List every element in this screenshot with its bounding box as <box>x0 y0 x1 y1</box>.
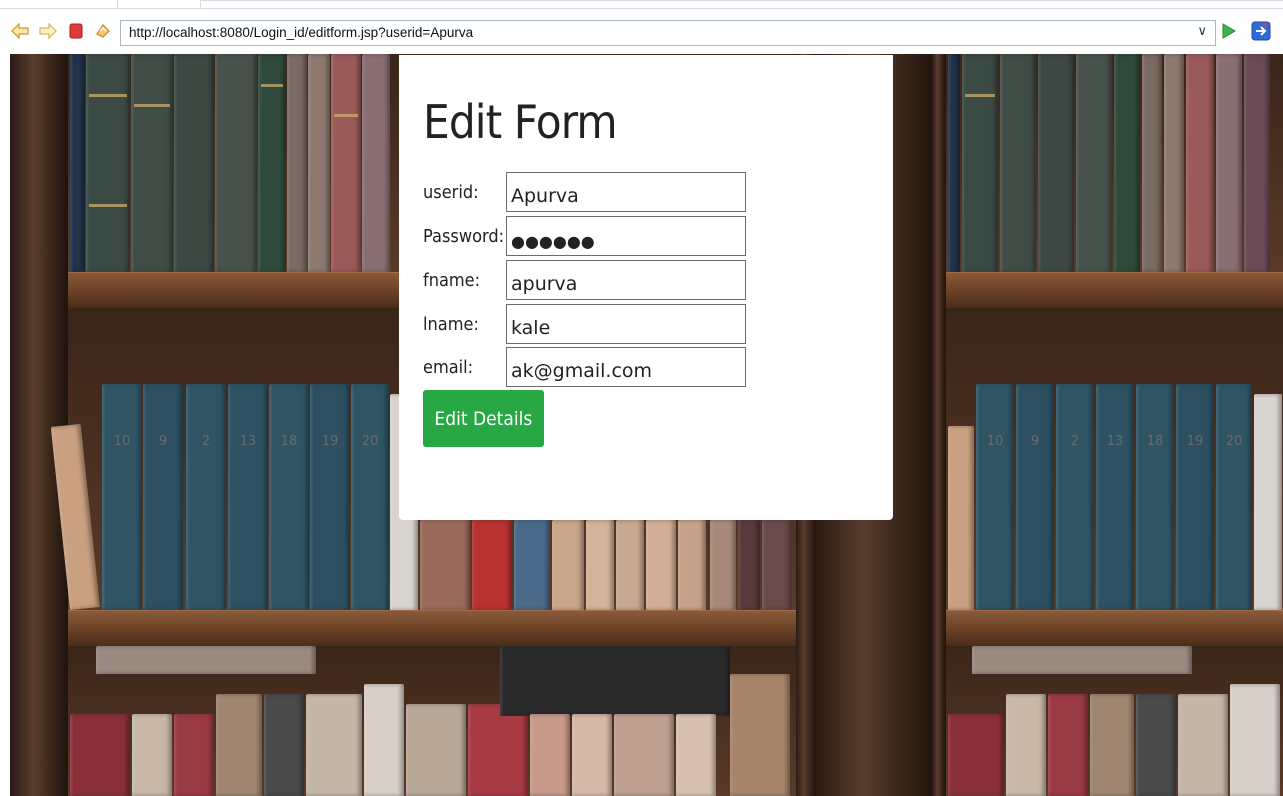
lname-input[interactable]: kale <box>506 304 746 344</box>
fname-input[interactable]: apurva <box>506 260 746 300</box>
browser-toolbar: http://localhost:8080/Login_id/editform.… <box>0 0 1283 54</box>
bookshelf-image-right: 10 9 2 13 18 19 20 <box>932 54 1283 796</box>
stop-button[interactable] <box>66 21 86 41</box>
navigate-icon <box>1251 21 1271 41</box>
tab-left[interactable] <box>0 0 118 9</box>
page-title: Edit Form <box>423 95 618 149</box>
form-row-fname: fname: apurva <box>423 260 763 300</box>
form-row-userid: userid: Apurva <box>423 172 763 212</box>
back-arrow-icon <box>11 23 29 39</box>
password-label: Password: <box>423 226 505 247</box>
form-row-email: email: ak@gmail.com <box>423 347 763 387</box>
navigate-button[interactable] <box>1251 21 1271 41</box>
form-row-password: Password: ●●●●●● <box>423 216 763 256</box>
email-label: email: <box>423 357 474 378</box>
url-text: http://localhost:8080/Login_id/editform.… <box>129 25 474 40</box>
email-input[interactable]: ak@gmail.com <box>506 347 746 387</box>
edit-form-card: Edit Form userid: Apurva Password: ●●●●●… <box>399 55 893 520</box>
lname-label: lname: <box>423 314 479 335</box>
back-button[interactable] <box>10 21 30 41</box>
edit-details-label: Edit Details <box>434 407 533 430</box>
go-icon <box>1222 23 1236 39</box>
fname-label: fname: <box>423 270 481 291</box>
refresh-button[interactable] <box>93 21 113 41</box>
chevron-down-icon[interactable]: ∨ <box>1197 24 1207 39</box>
userid-label: userid: <box>423 182 479 203</box>
tab-right[interactable] <box>200 0 1283 9</box>
go-button[interactable] <box>1219 21 1239 41</box>
stop-icon <box>69 23 83 39</box>
forward-button[interactable] <box>38 21 58 41</box>
tab-strip <box>0 0 1283 9</box>
form-row-lname: lname: kale <box>423 304 763 344</box>
forward-arrow-icon <box>39 23 57 39</box>
userid-input[interactable]: Apurva <box>506 172 746 212</box>
edit-details-button[interactable]: Edit Details <box>423 390 544 447</box>
address-bar[interactable]: http://localhost:8080/Login_id/editform.… <box>120 20 1216 46</box>
browser-window: http://localhost:8080/Login_id/editform.… <box>0 0 1283 796</box>
refresh-icon <box>96 24 110 38</box>
password-input[interactable]: ●●●●●● <box>506 216 746 256</box>
